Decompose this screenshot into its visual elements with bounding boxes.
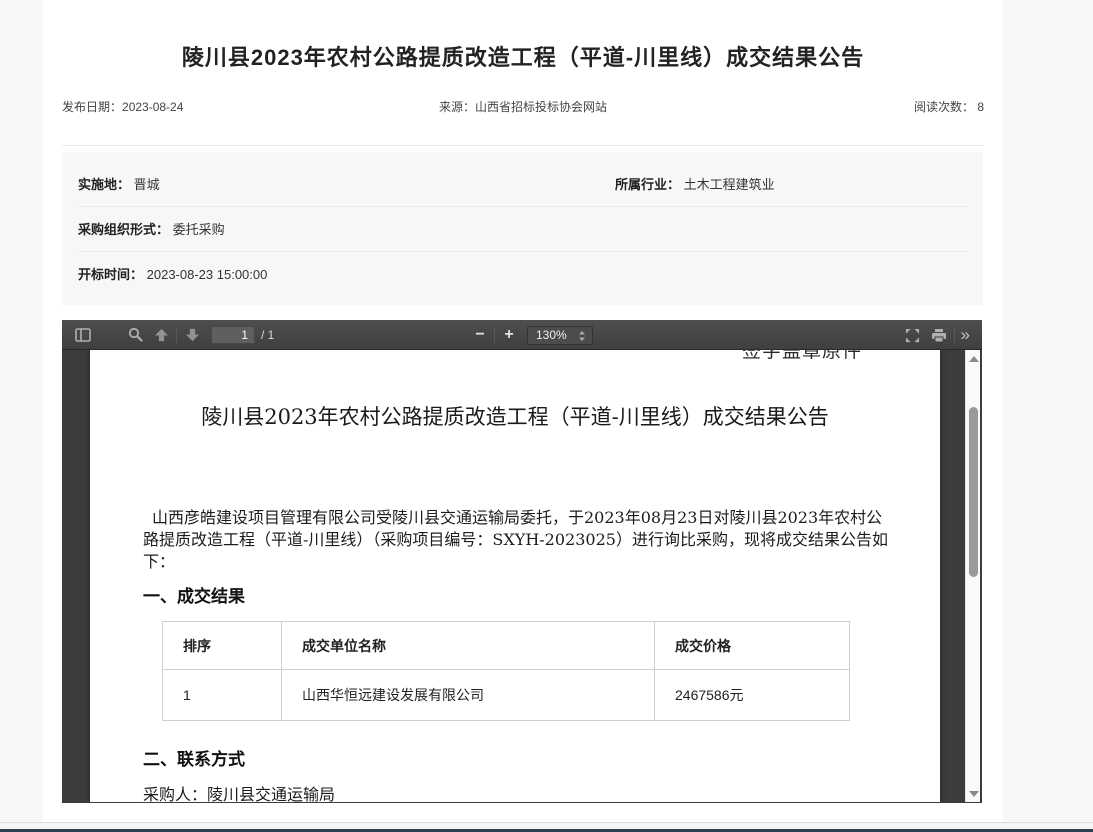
footer-strip [0, 822, 1093, 829]
read-count: 阅读次数： 8 [607, 98, 984, 115]
toolbar-zoom-group: − + 130% [468, 320, 593, 350]
table-row: 1 山西华恒远建设发展有限公司 2467586元 [163, 670, 850, 721]
pdf-page: 签字盖章原件 陵川县2023年农村公路提质改造工程（平道-川里线）成交结果公告 … [90, 350, 940, 802]
document-title: 陵川县2023年农村公路提质改造工程（平道-川里线）成交结果公告 [140, 402, 890, 432]
print-icon [931, 328, 947, 343]
page-number-input[interactable]: 1 [211, 326, 255, 344]
bid-opening-label: 开标时间： [78, 267, 143, 282]
project-info-box: 实施地： 晋城 所属行业： 土木工程建筑业 采购组织形式： 委托采购 开标时间：… [62, 152, 983, 305]
contact-line: 采购人：陵川县交通运输局 [143, 781, 335, 802]
presentation-mode-icon [905, 328, 920, 343]
print-button[interactable] [926, 323, 952, 347]
page-down-button[interactable] [179, 323, 205, 347]
sidebar-toggle-button[interactable] [70, 323, 96, 347]
find-button[interactable] [122, 323, 148, 347]
spinner-icon [576, 329, 588, 343]
industry-value: 土木工程建筑业 [684, 177, 775, 192]
page-down-icon [185, 328, 200, 342]
industry-label: 所属行业： [615, 177, 680, 192]
cell-company: 山西华恒远建设发展有限公司 [282, 670, 655, 721]
bid-opening-value: 2023-08-23 15:00:00 [147, 267, 268, 282]
cell-price: 2467586元 [655, 670, 850, 721]
scrollbar-thumb[interactable] [969, 407, 978, 577]
industry-pair: 所属行业： 土木工程建筑业 [615, 162, 775, 207]
toolbar-left-group: 1 / 1 [70, 323, 274, 347]
procurement-form-value: 委托采购 [173, 222, 225, 237]
zoom-level-select[interactable]: 130% [527, 326, 593, 345]
toolbar-right-group: » [900, 320, 974, 350]
publish-date-value: 2023-08-24 [122, 100, 183, 114]
section-heading-contact: 二、联系方式 [143, 745, 245, 770]
zoom-in-button[interactable]: + [497, 321, 521, 349]
pdf-viewer-body: 签字盖章原件 陵川县2023年农村公路提质改造工程（平道-川里线）成交结果公告 … [62, 350, 982, 802]
toolbar-divider [494, 327, 495, 343]
zoom-out-button[interactable]: − [468, 321, 492, 349]
location-label: 实施地： [78, 177, 130, 192]
page-title: 陵川县2023年农村公路提质改造工程（平道-川里线）成交结果公告 [43, 40, 1003, 72]
info-row-bid-opening: 开标时间： 2023-08-23 15:00:00 [78, 252, 967, 297]
read-count-value: 8 [977, 100, 984, 114]
section-heading-result: 一、成交结果 [143, 582, 245, 607]
pdf-scrollbar[interactable] [965, 350, 980, 802]
presentation-mode-button[interactable] [900, 323, 926, 347]
page-up-button[interactable] [148, 323, 174, 347]
source-label: 来源： [439, 100, 475, 114]
page-count-label: / 1 [261, 328, 274, 342]
read-count-label: 阅读次数： [914, 100, 974, 114]
pdf-toolbar: 1 / 1 − + 130% [62, 320, 982, 350]
source-value: 山西省招标投标协会网站 [475, 100, 607, 114]
scroll-up-icon[interactable] [969, 356, 979, 362]
result-table: 排序 成交单位名称 成交价格 1 山西华恒远建设发展有限公司 2467586元 [162, 621, 850, 721]
document-paragraph: 山西彦皓建设项目管理有限公司受陵川县交通运输局委托，于2023年08月23日对陵… [143, 507, 888, 573]
zoom-level-value: 130% [536, 328, 567, 342]
info-row-location: 实施地： 晋城 所属行业： 土木工程建筑业 [78, 162, 967, 207]
more-tools-button[interactable]: » [957, 322, 974, 348]
sidebar-toggle-icon [75, 328, 91, 342]
pdf-viewer: 1 / 1 − + 130% [62, 320, 982, 803]
article-card: 陵川县2023年农村公路提质改造工程（平道-川里线）成交结果公告 发布日期：20… [43, 0, 1003, 822]
source: 来源：山西省招标投标协会网站 [439, 98, 607, 115]
publish-date: 发布日期：2023-08-24 [62, 98, 439, 115]
clipped-top-text: 签字盖章原件 [742, 350, 902, 359]
procurement-form-label: 采购组织形式： [78, 222, 169, 237]
header-rank: 排序 [163, 622, 282, 670]
header-price: 成交价格 [655, 622, 850, 670]
location-value: 晋城 [134, 177, 160, 192]
article-meta: 发布日期：2023-08-24 来源：山西省招标投标协会网站 阅读次数： 8 [62, 98, 984, 115]
header-company: 成交单位名称 [282, 622, 655, 670]
search-icon [128, 327, 143, 342]
info-row-procurement-form: 采购组织形式： 委托采购 [78, 207, 967, 252]
page-up-icon [154, 328, 169, 342]
scroll-down-icon[interactable] [969, 791, 979, 797]
header-divider [62, 145, 984, 146]
toolbar-divider [176, 327, 177, 343]
table-header-row: 排序 成交单位名称 成交价格 [163, 622, 850, 670]
toolbar-divider [954, 327, 955, 343]
cell-rank: 1 [163, 670, 282, 721]
publish-date-label: 发布日期： [62, 100, 122, 114]
